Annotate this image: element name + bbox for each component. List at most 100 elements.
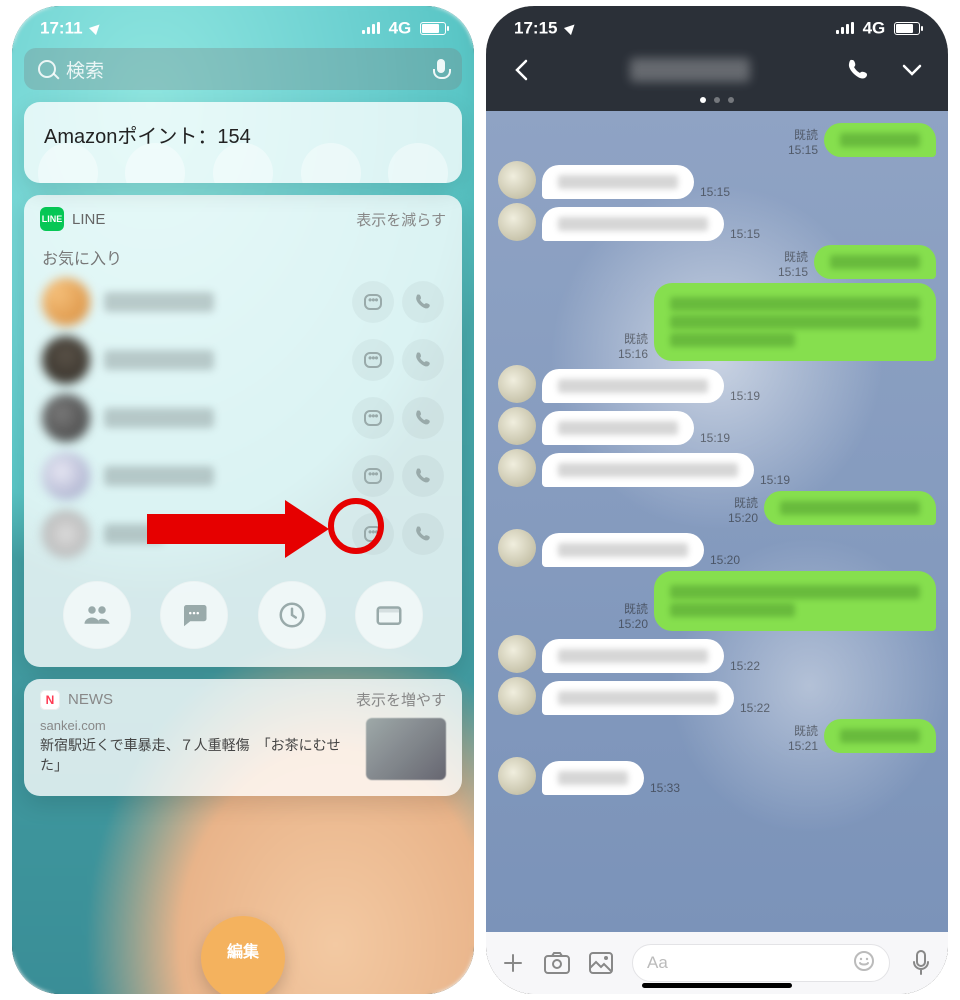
phone-icon <box>414 351 432 369</box>
line-app-label[interactable]: LINE LINE <box>40 207 105 231</box>
left-phone-today-view: 17:11 4G 検索 Amazonポイント：154 <box>12 6 474 994</box>
call-button[interactable] <box>402 339 444 381</box>
avatar[interactable] <box>498 365 536 403</box>
message-time: 15:22 <box>730 659 760 673</box>
search-placeholder: 検索 <box>66 56 424 83</box>
message-row[interactable]: 既読15:21 <box>498 719 936 753</box>
favorite-row <box>24 389 462 447</box>
contact-name <box>104 292 214 312</box>
wallet-icon[interactable] <box>355 581 423 649</box>
avatar[interactable] <box>498 635 536 673</box>
call-button[interactable] <box>402 397 444 439</box>
location-icon <box>564 21 578 35</box>
message-row[interactable]: 15:15 <box>498 161 936 199</box>
avatar[interactable] <box>498 449 536 487</box>
message-input[interactable]: Aa <box>632 944 890 982</box>
phone-icon <box>414 525 432 543</box>
collapse-button[interactable]: 表示を減らす <box>356 209 446 230</box>
avatar[interactable] <box>42 336 90 384</box>
news-widget[interactable]: N NEWS 表示を増やす sankei.com 新宿駅近くで車暴走、７人重軽傷… <box>24 679 462 796</box>
gallery-button[interactable] <box>588 950 614 976</box>
call-button[interactable] <box>402 281 444 323</box>
chats-icon[interactable] <box>160 581 228 649</box>
amazon-widget[interactable]: Amazonポイント：154 <box>24 102 462 183</box>
message-bubble <box>542 681 734 715</box>
message-time: 15:15 <box>700 185 730 199</box>
chat-button[interactable] <box>352 339 394 381</box>
chat-title <box>630 58 750 82</box>
message-row[interactable]: 既読15:20 <box>498 491 936 525</box>
message-time: 15:19 <box>760 473 790 487</box>
chat-icon <box>364 410 382 426</box>
avatar[interactable] <box>42 510 90 558</box>
add-button[interactable] <box>500 950 526 976</box>
message-bubble <box>654 571 936 631</box>
call-button[interactable] <box>402 455 444 497</box>
message-row[interactable]: 15:33 <box>498 757 936 795</box>
avatar[interactable] <box>498 407 536 445</box>
input-placeholder: Aa <box>647 953 668 973</box>
message-list[interactable]: 既読15:15 15:15 15:15 既読15:15 既読15:16 15:19 15:1… <box>486 111 948 932</box>
expand-button[interactable]: 表示を増やす <box>356 689 446 710</box>
avatar[interactable] <box>498 529 536 567</box>
page-indicator <box>700 97 734 103</box>
message-row[interactable]: 既読15:15 <box>498 245 936 279</box>
back-button[interactable] <box>508 56 536 84</box>
message-bubble <box>814 245 936 279</box>
avatar[interactable] <box>42 394 90 442</box>
battery-icon <box>420 22 446 35</box>
message-row[interactable]: 15:22 <box>498 677 936 715</box>
message-time: 15:19 <box>730 389 760 403</box>
avatar[interactable] <box>498 203 536 241</box>
phone-icon <box>414 409 432 427</box>
message-row[interactable]: 15:20 <box>498 529 936 567</box>
chat-button[interactable] <box>352 397 394 439</box>
friends-icon[interactable] <box>63 581 131 649</box>
mic-icon[interactable] <box>434 59 448 79</box>
camera-button[interactable] <box>544 950 570 976</box>
avatar[interactable] <box>42 452 90 500</box>
search-field[interactable]: 検索 <box>24 48 462 90</box>
annotation-circle <box>328 498 384 554</box>
contact-name <box>104 466 214 486</box>
timeline-icon[interactable] <box>258 581 326 649</box>
avatar[interactable] <box>498 677 536 715</box>
message-meta: 既読15:15 <box>788 128 818 157</box>
call-button[interactable] <box>402 513 444 555</box>
home-indicator[interactable] <box>642 983 792 988</box>
message-row[interactable]: 既読15:15 <box>498 123 936 157</box>
message-row[interactable]: 15:19 <box>498 449 936 487</box>
menu-button[interactable] <box>898 56 926 84</box>
contact-name <box>104 408 214 428</box>
news-headline: 新宿駅近くで車暴走、７人重軽傷 「お茶にむせた」 <box>40 735 354 775</box>
message-row[interactable]: 15:19 <box>498 407 936 445</box>
message-time: 15:19 <box>700 431 730 445</box>
chat-button[interactable] <box>352 281 394 323</box>
message-time: 15:22 <box>740 701 770 715</box>
message-time: 15:33 <box>650 781 680 795</box>
phone-icon <box>414 293 432 311</box>
message-row[interactable]: 15:19 <box>498 365 936 403</box>
message-bubble <box>542 369 724 403</box>
signal-icon <box>362 22 380 34</box>
voice-message-button[interactable] <box>908 950 934 976</box>
chat-icon <box>364 352 382 368</box>
avatar[interactable] <box>498 757 536 795</box>
favorite-row-highlighted <box>24 447 462 505</box>
avatar[interactable] <box>498 161 536 199</box>
emoji-icon[interactable] <box>853 950 875 977</box>
message-bubble <box>542 453 754 487</box>
favorite-row <box>24 273 462 331</box>
status-bar: 17:11 4G <box>12 6 474 40</box>
message-bubble <box>542 761 644 795</box>
chat-icon <box>364 294 382 310</box>
network-label: 4G <box>863 18 886 37</box>
message-row[interactable]: 既読15:16 <box>498 283 936 361</box>
avatar[interactable] <box>42 278 90 326</box>
voice-call-button[interactable] <box>844 56 872 84</box>
message-row[interactable]: 既読15:20 <box>498 571 936 631</box>
edit-button[interactable]: 編集 <box>201 916 285 994</box>
message-row[interactable]: 15:22 <box>498 635 936 673</box>
chat-button[interactable] <box>352 455 394 497</box>
message-row[interactable]: 15:15 <box>498 203 936 241</box>
